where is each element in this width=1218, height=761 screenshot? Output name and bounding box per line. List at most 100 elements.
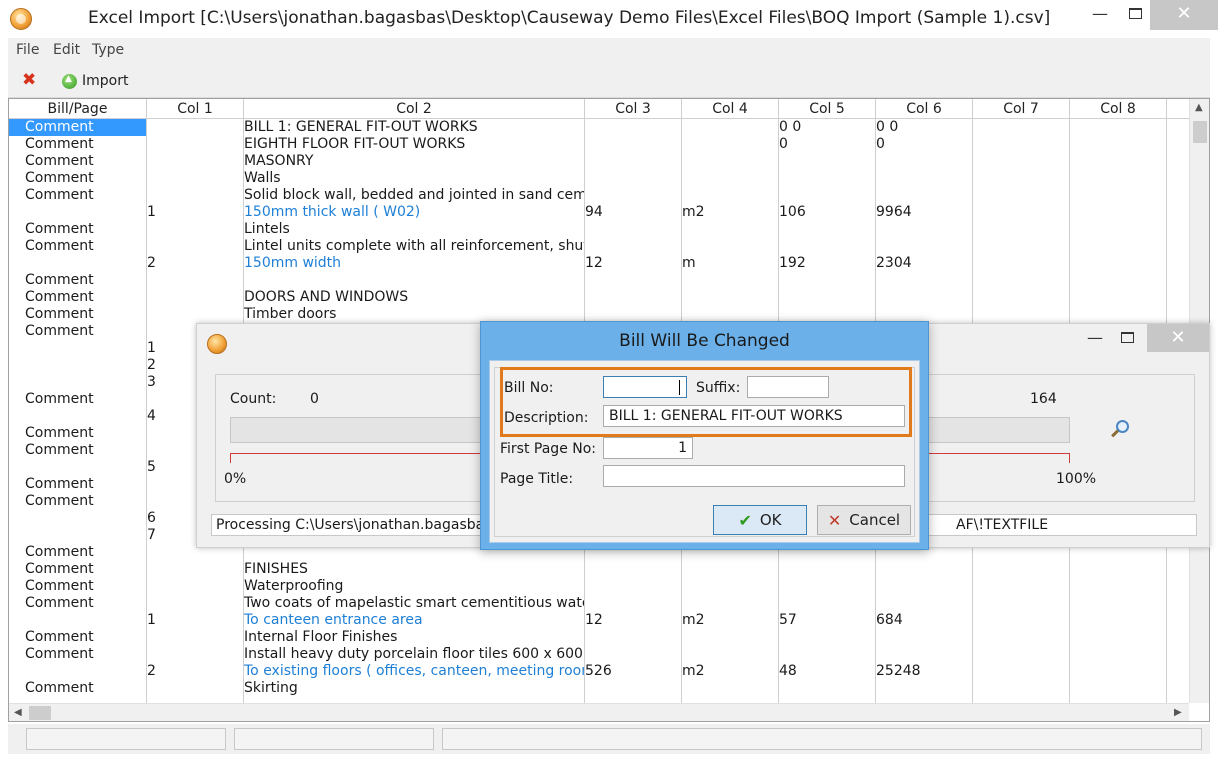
col-6-cell[interactable] (876, 187, 972, 204)
bill-page-cell[interactable] (9, 357, 146, 374)
col-1-cell[interactable] (147, 221, 243, 238)
col-2-cell[interactable]: Solid block wall, bedded and jointed in … (244, 187, 584, 204)
col-2-cell[interactable]: Walls (244, 170, 584, 187)
cancel-button[interactable]: ✕ Cancel (817, 505, 911, 535)
col-6-cell[interactable]: 0 0 (876, 119, 972, 136)
col-3-cell[interactable] (585, 289, 681, 306)
col-6-cell[interactable]: 684 (876, 612, 972, 629)
header-col-3[interactable]: Col 3 (585, 99, 682, 119)
table-row[interactable]: Comment MASONRY (9, 153, 1189, 170)
col-6-cell[interactable]: 9964 (876, 204, 972, 221)
progress-maximize-button[interactable] (1121, 332, 1134, 347)
col-6-cell[interactable] (876, 680, 972, 697)
col-4-cell[interactable]: m2 (682, 612, 778, 629)
table-row[interactable]: Comment (9, 272, 1189, 289)
table-row[interactable]: Comment Waterproofing (9, 578, 1189, 595)
col-2-cell[interactable]: Internal Floor Finishes (244, 629, 584, 646)
bill-page-cell[interactable]: Comment (9, 323, 146, 340)
col-6-cell[interactable] (876, 289, 972, 306)
table-row[interactable]: Comment Internal Floor Finishes (9, 629, 1189, 646)
scroll-up-icon[interactable]: ▲ (1195, 102, 1203, 113)
col-1-cell[interactable] (147, 629, 243, 646)
description-input[interactable]: BILL 1: GENERAL FIT-OUT WORKS (603, 405, 905, 427)
col-6-cell[interactable] (876, 578, 972, 595)
col-3-cell[interactable]: 94 (585, 204, 681, 221)
col-1-cell[interactable] (147, 187, 243, 204)
bill-page-cell[interactable]: Comment (9, 629, 146, 646)
table-row[interactable]: Comment Two coats of mapelastic smart cem… (9, 595, 1189, 612)
col-5-cell[interactable] (779, 272, 875, 289)
col-3-cell[interactable]: 12 (585, 255, 681, 272)
bill-page-cell[interactable]: Comment (9, 493, 146, 510)
col-4-cell[interactable]: m2 (682, 204, 778, 221)
header-col-2[interactable]: Col 2 (244, 99, 585, 119)
table-row[interactable]: Comment Skirting (9, 680, 1189, 697)
col-4-cell[interactable] (682, 578, 778, 595)
table-row[interactable]: 1 150mm thick wall ( W02) 94 m2 106 9964 (9, 204, 1189, 221)
col-1-cell[interactable] (147, 136, 243, 153)
col-4-cell[interactable] (682, 170, 778, 187)
bill-page-cell[interactable]: Comment (9, 578, 146, 595)
col-5-cell[interactable] (779, 289, 875, 306)
col-6-cell[interactable]: 25248 (876, 663, 972, 680)
col-5-cell[interactable] (779, 629, 875, 646)
horizontal-scrollbar[interactable]: ◀ ▶ (9, 703, 1189, 721)
page-title-input[interactable] (603, 465, 905, 487)
col-4-cell[interactable] (682, 153, 778, 170)
col-3-cell[interactable] (585, 187, 681, 204)
col-5-cell[interactable]: 106 (779, 204, 875, 221)
header-col-4[interactable]: Col 4 (682, 99, 779, 119)
col-6-cell[interactable] (876, 238, 972, 255)
bill-page-cell[interactable] (9, 204, 146, 221)
col-6-cell[interactable]: 0 (876, 136, 972, 153)
col-2-cell[interactable]: Waterproofing (244, 578, 584, 595)
table-row[interactable]: 2 150mm width 12 m 192 2304 (9, 255, 1189, 272)
col-5-cell[interactable] (779, 646, 875, 663)
col-5-cell[interactable]: 48 (779, 663, 875, 680)
col-4-cell[interactable] (682, 561, 778, 578)
col-4-cell[interactable] (682, 289, 778, 306)
col-3-cell[interactable] (585, 136, 681, 153)
col-2-cell[interactable]: 150mm width (244, 255, 584, 272)
col-5-cell[interactable]: 57 (779, 612, 875, 629)
bill-page-cell[interactable]: Comment (9, 221, 146, 238)
col-6-cell[interactable] (876, 646, 972, 663)
col-4-cell[interactable] (682, 646, 778, 663)
bill-page-cell[interactable]: Comment (9, 136, 146, 153)
col-2-cell[interactable]: MASONRY (244, 153, 584, 170)
col-4-cell[interactable] (682, 119, 778, 136)
col-1-cell[interactable]: 2 (147, 663, 243, 680)
col-1-cell[interactable] (147, 289, 243, 306)
col-4-cell[interactable] (682, 221, 778, 238)
bill-page-cell[interactable]: Comment (9, 119, 146, 136)
table-row[interactable]: Comment EIGHTH FLOOR FIT-OUT WORKS 0 0 (9, 136, 1189, 153)
col-5-cell[interactable] (779, 187, 875, 204)
col-1-cell[interactable] (147, 578, 243, 595)
table-row[interactable]: Comment DOORS AND WINDOWS (9, 289, 1189, 306)
table-row[interactable]: Comment Lintel units complete with all re… (9, 238, 1189, 255)
header-bill-page[interactable]: Bill/Page (9, 99, 147, 119)
col-3-cell[interactable] (585, 119, 681, 136)
cancel-icon[interactable]: ✖ (22, 71, 40, 89)
horizontal-scroll-thumb[interactable] (29, 706, 51, 720)
bill-page-cell[interactable]: Comment (9, 561, 146, 578)
col-1-cell[interactable] (147, 238, 243, 255)
col-6-cell[interactable]: 2304 (876, 255, 972, 272)
col-6-cell[interactable] (876, 153, 972, 170)
bill-page-cell[interactable]: Comment (9, 425, 146, 442)
bill-page-cell[interactable] (9, 510, 146, 527)
col-5-cell[interactable]: 0 (779, 136, 875, 153)
col-1-cell[interactable] (147, 595, 243, 612)
col-2-cell[interactable]: 150mm thick wall ( W02) (244, 204, 584, 221)
col-5-cell[interactable]: 192 (779, 255, 875, 272)
col-5-cell[interactable] (779, 578, 875, 595)
col-2-cell[interactable]: BILL 1: GENERAL FIT-OUT WORKS (244, 119, 584, 136)
col-5-cell[interactable] (779, 561, 875, 578)
col-3-cell[interactable] (585, 153, 681, 170)
col-1-cell[interactable]: 1 (147, 204, 243, 221)
bill-page-cell[interactable] (9, 612, 146, 629)
col-3-cell[interactable] (585, 680, 681, 697)
bill-page-cell[interactable]: Comment (9, 646, 146, 663)
col-3-cell[interactable] (585, 595, 681, 612)
col-1-cell[interactable] (147, 561, 243, 578)
